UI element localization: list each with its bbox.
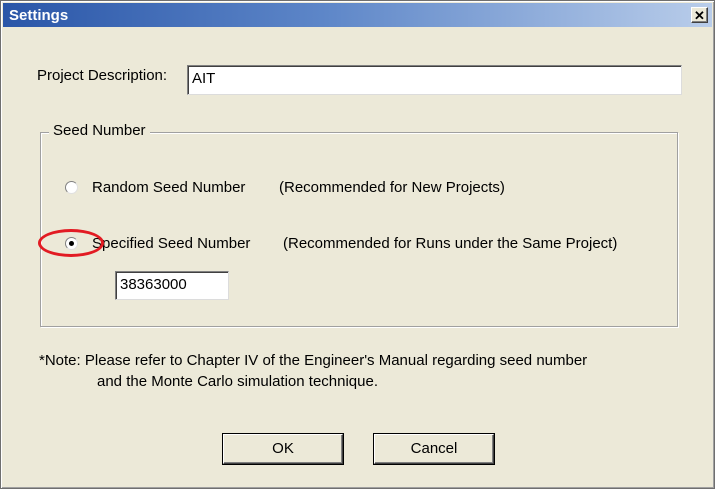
project-description-value: AIT	[192, 70, 216, 87]
specified-seed-hint: (Recommended for Runs under the Same Pro…	[283, 235, 618, 252]
note-line-1: *Note: Please refer to Chapter IV of the…	[39, 352, 588, 369]
specified-seed-radio[interactable]	[65, 237, 78, 250]
settings-dialog: Settings ✕ Project Description: AIT Seed…	[0, 0, 715, 489]
seed-value-input[interactable]: 38363000	[115, 271, 229, 300]
window-title: Settings	[9, 7, 69, 24]
close-button[interactable]: ✕	[691, 7, 708, 23]
note-line-2: and the Monte Carlo simulation technique…	[97, 373, 379, 390]
random-seed-label: Random Seed Number	[92, 179, 246, 196]
specified-seed-label: Specified Seed Number	[92, 235, 251, 252]
random-seed-hint: (Recommended for New Projects)	[279, 179, 505, 196]
project-description-label: Project Description:	[37, 67, 168, 84]
seed-number-group-label: Seed Number	[49, 122, 150, 139]
seed-value: 38363000	[120, 276, 187, 293]
radio-selected-dot	[69, 241, 74, 246]
close-icon: ✕	[694, 8, 705, 23]
cancel-button[interactable]: Cancel	[374, 434, 494, 464]
ok-button[interactable]: OK	[223, 434, 343, 464]
project-description-input[interactable]: AIT	[187, 65, 682, 95]
title-bar[interactable]: Settings ✕	[3, 3, 712, 27]
random-seed-radio[interactable]	[65, 181, 78, 194]
